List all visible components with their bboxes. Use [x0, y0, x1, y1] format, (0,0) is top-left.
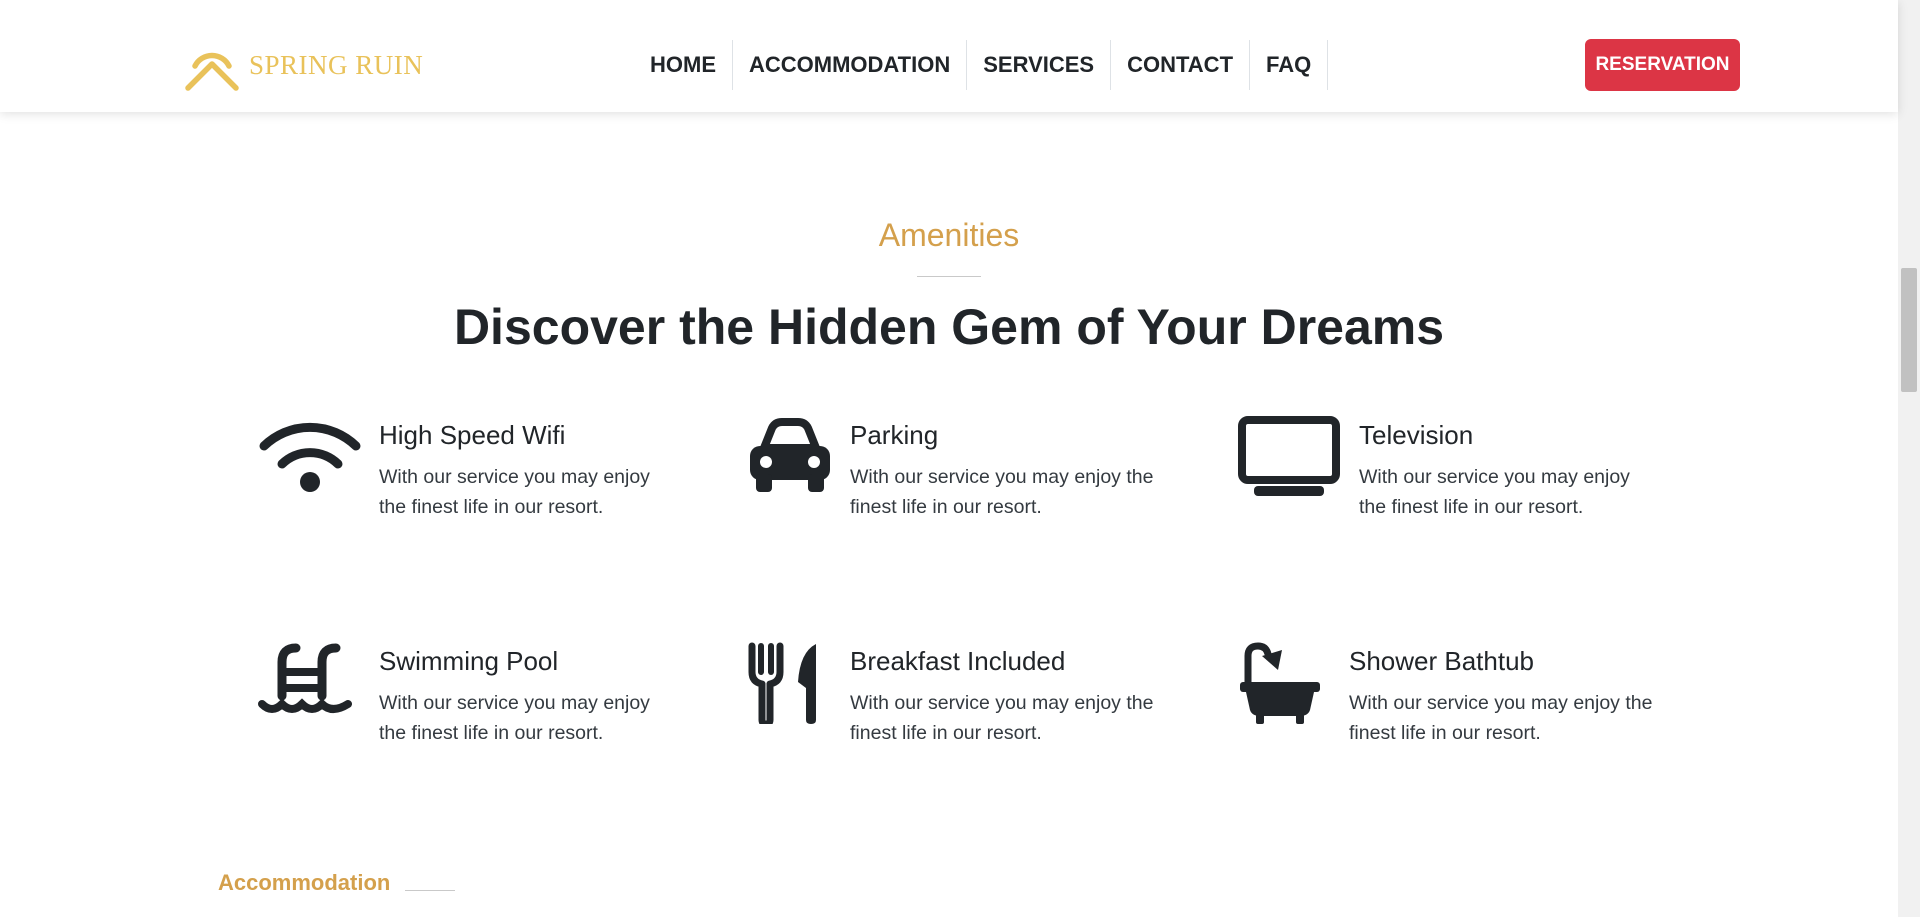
section-headline: Discover the Hidden Gem of Your Dreams [453, 299, 1445, 355]
reservation-button[interactable]: RESERVATION [1585, 39, 1740, 91]
tv-icon [1238, 416, 1340, 496]
scrollbar-thumb[interactable] [1901, 268, 1917, 392]
amenity-description: With our service you may enjoy the fines… [1349, 692, 1653, 744]
brand-logo[interactable]: SPRING RUIN [183, 36, 423, 94]
car-icon [750, 418, 830, 492]
nav-item-accommodation[interactable]: ACCOMMODATION [733, 40, 968, 90]
amenity-title: Parking [850, 420, 939, 450]
nav-item-faq[interactable]: FAQ [1250, 40, 1329, 90]
accommodation-section-eyebrow: Accommodation [218, 870, 391, 895]
wifi-icon [259, 422, 361, 492]
nav-item-services[interactable]: SERVICES [967, 40, 1112, 90]
amenity-description: With our service you may enjoy the fines… [379, 692, 650, 744]
main-nav: HOME ACCOMMODATION SERVICES CONTACT FAQ [635, 40, 1329, 90]
utensils-icon [748, 642, 816, 724]
nav-item-contact[interactable]: CONTACT [1111, 40, 1251, 90]
page-scrollbar[interactable] [1898, 0, 1920, 917]
eyebrow-divider [917, 276, 981, 277]
bathtub-icon [1240, 642, 1320, 724]
amenity-title: Television [1359, 420, 1474, 450]
brand-name: SPRING RUIN [249, 49, 424, 80]
logo-chevron-icon [185, 52, 239, 91]
amenity-description: With our service you may enjoy the fines… [850, 692, 1154, 744]
accommodation-eyebrow-divider [405, 890, 455, 891]
site-header: SPRING RUIN HOME ACCOMMODATION SERVICES … [0, 0, 1898, 112]
amenity-description: With our service you may enjoy the fines… [379, 466, 650, 518]
amenity-title: Shower Bathtub [1349, 646, 1535, 676]
nav-item-home[interactable]: HOME [635, 40, 733, 90]
amenity-title: Breakfast Included [850, 646, 1066, 676]
amenity-description: With our service you may enjoy the fines… [1359, 466, 1630, 518]
amenity-title: Swimming Pool [379, 646, 559, 676]
section-eyebrow: Amenities [878, 217, 1020, 253]
swimming-pool-icon [258, 643, 352, 713]
amenity-description: With our service you may enjoy the fines… [850, 466, 1154, 518]
amenity-title: High Speed Wifi [379, 420, 566, 450]
